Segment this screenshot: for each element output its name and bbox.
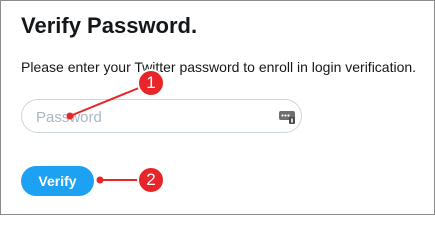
annotation-marker-1-label: 1 [146, 73, 156, 92]
annotation-overlay [66, 69, 165, 194]
annotation-marker-2-label: 2 [146, 170, 156, 189]
